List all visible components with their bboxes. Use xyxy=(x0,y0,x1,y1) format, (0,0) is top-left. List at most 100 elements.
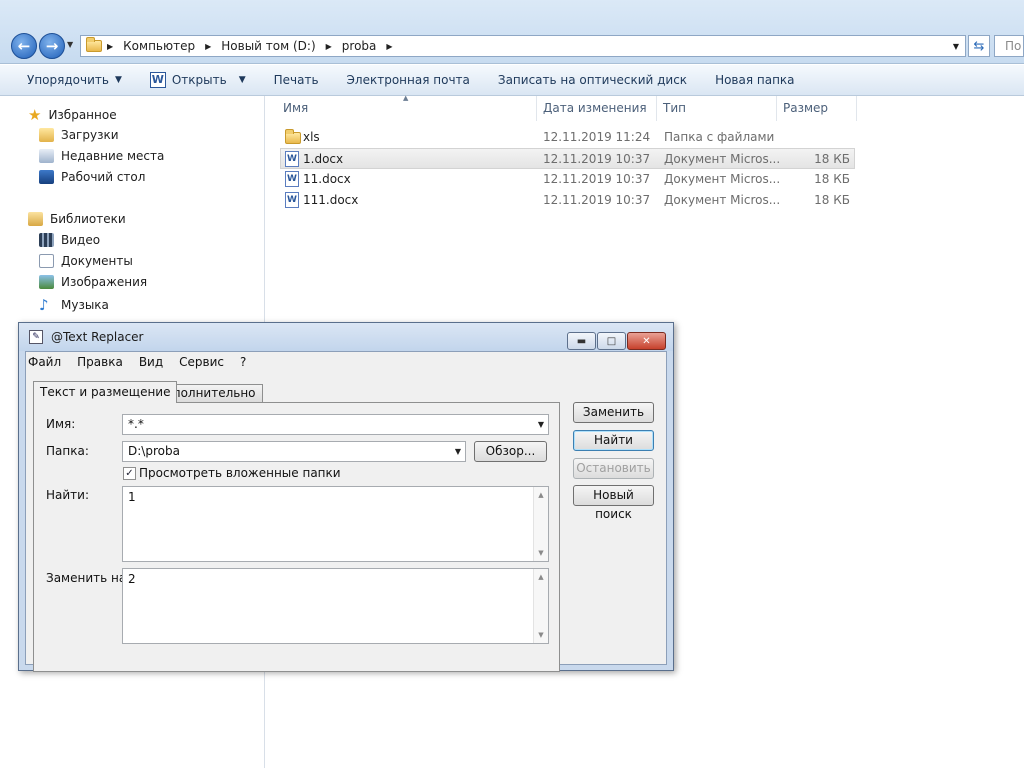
file-date: 12.11.2019 10:37 xyxy=(543,193,651,207)
nav-item-downloads[interactable]: Загрузки xyxy=(39,128,119,142)
file-name: 111.docx xyxy=(303,193,359,207)
file-type: Документ Micros... xyxy=(664,172,781,186)
minimize-button[interactable]: ▬ xyxy=(567,332,596,350)
open-button[interactable]: W Открыть ▼ xyxy=(136,72,260,88)
scrollbar[interactable]: ▲ ▼ xyxy=(533,569,548,643)
nav-item-label: Загрузки xyxy=(61,128,119,142)
nav-item-label: Изображения xyxy=(61,275,148,289)
find-label: Найти: xyxy=(46,488,90,502)
search-input[interactable]: По xyxy=(994,35,1024,57)
replace-button[interactable]: Заменить xyxy=(573,402,654,423)
menu-view[interactable]: Вид xyxy=(131,355,171,369)
nav-item-recent-places[interactable]: Недавние места xyxy=(39,149,164,163)
close-button[interactable]: ✕ xyxy=(627,332,666,350)
libraries-label: Библиотеки xyxy=(50,212,126,226)
replace-value: 2 xyxy=(128,572,136,586)
nav-item-documents[interactable]: Документы xyxy=(39,254,133,268)
file-name: 1.docx xyxy=(303,152,344,166)
file-size: 18 КБ xyxy=(814,152,850,166)
replace-textarea[interactable]: 2 ▲ ▼ xyxy=(122,568,549,644)
name-combobox[interactable]: *.* ▼ xyxy=(122,414,549,435)
print-label: Печать xyxy=(273,73,319,87)
libraries-header[interactable]: Библиотеки xyxy=(28,212,126,226)
column-header-size[interactable]: Размер xyxy=(777,96,857,121)
column-header-name[interactable]: Имя xyxy=(277,96,537,121)
column-header-type[interactable]: Тип xyxy=(657,96,777,121)
word-doc-icon: W xyxy=(285,192,299,208)
forward-button[interactable]: → xyxy=(39,33,65,59)
find-button[interactable]: Найти xyxy=(573,430,654,451)
menu-file[interactable]: Файл xyxy=(26,355,69,369)
nav-item-music[interactable]: ♪ Музыка xyxy=(39,296,109,314)
menu-edit[interactable]: Правка xyxy=(69,355,131,369)
print-button[interactable]: Печать xyxy=(260,73,333,87)
tab-panel: Имя: *.* ▼ Папка: D:\proba ▼ Обзор... ✓ … xyxy=(33,402,560,672)
email-button[interactable]: Электронная почта xyxy=(333,73,484,87)
breadcrumb-separator-icon[interactable]: ▶ xyxy=(102,42,118,51)
word-doc-icon: W xyxy=(285,171,299,187)
email-label: Электронная почта xyxy=(346,73,470,87)
nav-item-label: Недавние места xyxy=(61,149,165,163)
subfolders-checkbox[interactable]: ✓ xyxy=(123,467,136,480)
scrollbar[interactable]: ▲ ▼ xyxy=(533,487,548,561)
file-date: 12.11.2019 11:24 xyxy=(543,130,651,144)
menu-help[interactable]: ? xyxy=(232,355,254,369)
open-label: Открыть xyxy=(171,73,227,87)
nav-item-pictures[interactable]: Изображения xyxy=(39,275,147,289)
command-bar: Упорядочить ▼ W Открыть ▼ Печать Электронна… xyxy=(0,65,1024,96)
file-type: Документ Micros... xyxy=(664,193,781,207)
maximize-button[interactable]: □ xyxy=(597,332,626,350)
nav-item-label: Видео xyxy=(61,233,101,247)
browse-button[interactable]: Обзор... xyxy=(474,441,547,462)
find-textarea[interactable]: 1 ▲ ▼ xyxy=(122,486,549,562)
folder-combobox[interactable]: D:\proba ▼ xyxy=(122,441,466,462)
downloads-folder-icon xyxy=(39,128,54,142)
file-row[interactable]: W 11.docx 12.11.2019 10:37 Документ Micr… xyxy=(280,169,855,190)
breadcrumb-item-volume[interactable]: Новый том (D:) xyxy=(216,39,320,53)
tab-text-location[interactable]: Текст и размещение xyxy=(33,381,178,403)
nav-item-video[interactable]: Видео xyxy=(39,233,100,247)
organize-label: Упорядочить xyxy=(27,73,109,87)
address-bar[interactable]: ▶ Компьютер ▶ Новый том (D:) ▶ proba ▶ ▼ xyxy=(80,35,966,57)
chevron-down-icon: ▼ xyxy=(238,75,246,85)
tab-strip: Дополнительно Текст и размещение xyxy=(26,381,666,403)
new-folder-label: Новая папка xyxy=(715,73,795,87)
stop-button[interactable]: Остановить xyxy=(573,458,654,479)
window-title: @Text Replacer xyxy=(51,330,144,344)
file-row[interactable]: xls 12.11.2019 11:24 Папка с файлами xyxy=(280,127,855,148)
folder-label: Папка: xyxy=(46,444,89,458)
breadcrumb-separator-icon[interactable]: ▶ xyxy=(321,42,337,51)
column-header-date[interactable]: Дата изменения xyxy=(537,96,657,121)
nav-item-desktop[interactable]: Рабочий стол xyxy=(39,170,145,184)
new-folder-button[interactable]: Новая папка xyxy=(701,73,808,87)
file-date: 12.11.2019 10:37 xyxy=(543,172,651,186)
new-search-button[interactable]: Новый поиск xyxy=(573,485,654,521)
address-dropdown-icon[interactable]: ▼ xyxy=(953,42,959,51)
burn-disc-button[interactable]: Записать на оптический диск xyxy=(484,73,701,87)
breadcrumb-separator-icon[interactable]: ▶ xyxy=(381,42,397,51)
music-icon: ♪ xyxy=(39,296,49,314)
menu-service[interactable]: Сервис xyxy=(171,355,232,369)
breadcrumb-separator-icon[interactable]: ▶ xyxy=(200,42,216,51)
folder-icon xyxy=(285,129,301,144)
subfolders-label: Просмотреть вложенные папки xyxy=(139,466,341,480)
name-label: Имя: xyxy=(46,417,76,431)
breadcrumb-item-proba[interactable]: proba xyxy=(337,39,382,53)
nav-item-label: Музыка xyxy=(61,298,109,312)
find-value: 1 xyxy=(128,490,136,504)
libraries-icon xyxy=(28,212,43,226)
name-value: *.* xyxy=(128,417,144,431)
refresh-icon[interactable]: ⇆ xyxy=(968,35,990,57)
breadcrumb-item-computer[interactable]: Компьютер xyxy=(118,39,200,53)
dropdown-arrow-icon[interactable]: ▼ xyxy=(455,442,461,461)
favorites-header[interactable]: ★ Избранное xyxy=(28,106,117,124)
file-row-selected[interactable]: W 1.docx 12.11.2019 10:37 Документ Micro… xyxy=(280,148,855,169)
history-dropdown-icon[interactable]: ▼ xyxy=(67,40,73,49)
nav-item-label: Рабочий стол xyxy=(61,170,146,184)
file-row[interactable]: W 111.docx 12.11.2019 10:37 Документ Mic… xyxy=(280,190,855,211)
back-button[interactable]: ← xyxy=(11,33,37,59)
file-date: 12.11.2019 10:37 xyxy=(543,152,651,166)
dropdown-arrow-icon[interactable]: ▼ xyxy=(538,415,544,434)
file-type: Документ Micros... xyxy=(664,152,781,166)
organize-button[interactable]: Упорядочить ▼ xyxy=(0,73,136,87)
